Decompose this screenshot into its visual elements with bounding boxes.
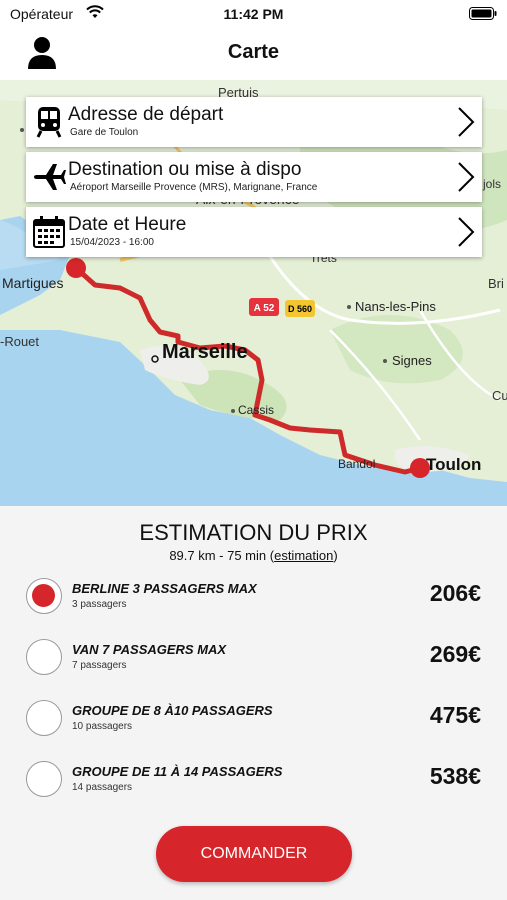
estimation-link[interactable]: estimation <box>274 548 333 563</box>
price-estimate-panel: ESTIMATION DU PRIX 89.7 km - 75 min (est… <box>0 506 507 900</box>
datetime-subtitle: 15/04/2023 - 16:00 <box>70 237 154 248</box>
map-label-rouet: -Rouet <box>0 334 39 349</box>
map-label-cu: Cu <box>492 388 507 403</box>
destination-title: Destination ou mise à dispo <box>68 159 302 180</box>
order-button[interactable]: COMMANDER <box>156 826 352 882</box>
option-passengers: 14 passagers <box>72 782 133 793</box>
chevron-right-icon <box>456 216 476 248</box>
route-map[interactable]: A 52 D 560 Pertuis Martigues Marseille -… <box>0 80 507 506</box>
estimate-title: ESTIMATION DU PRIX <box>139 520 368 545</box>
radio-selected[interactable] <box>26 578 62 614</box>
map-label-toulon: Toulon <box>426 455 481 474</box>
datetime-title: Date et Heure <box>68 214 187 235</box>
option-price: 269€ <box>429 641 481 667</box>
departure-title: Adresse de départ <box>68 104 224 125</box>
option-passengers: 7 passagers <box>72 660 127 671</box>
radio-unselected[interactable] <box>26 639 62 675</box>
d560-badge: D 560 <box>285 300 315 317</box>
vehicle-option[interactable]: GROUPE DE 11 À 14 PASSAGERS 14 passagers… <box>0 759 507 809</box>
destination-subtitle: Aéroport Marseille Provence (MRS), Marig… <box>70 182 318 193</box>
map-label-marseille: Marseille <box>162 341 248 363</box>
chevron-right-icon <box>456 106 476 138</box>
destination-card[interactable]: Destination ou mise à dispo Aéroport Mar… <box>26 152 482 202</box>
option-passengers: 3 passagers <box>72 599 127 610</box>
estimate-summary: 89.7 km - 75 min (estimation) <box>169 548 338 563</box>
start-marker <box>66 258 86 278</box>
option-name: GROUPE DE 11 À 14 PASSAGERS <box>72 764 283 779</box>
radio-unselected[interactable] <box>26 761 62 797</box>
option-price: 475€ <box>429 702 481 728</box>
map-label-nans: Nans-les-Pins <box>355 299 436 314</box>
map-label-bri: Bri <box>488 276 504 291</box>
map-label-cassis: Cassis <box>238 403 274 417</box>
option-name: VAN 7 PASSAGERS MAX <box>72 642 227 657</box>
clock: 11:42 PM <box>223 6 284 22</box>
departure-subtitle: Gare de Toulon <box>70 127 139 138</box>
airplane-icon <box>32 160 66 194</box>
page-title: Carte <box>227 41 280 63</box>
svg-text:A 52: A 52 <box>254 303 275 314</box>
battery-icon <box>469 7 497 25</box>
departure-card[interactable]: Adresse de départ Gare de Toulon <box>26 97 482 147</box>
chevron-right-icon <box>456 161 476 193</box>
option-passengers: 10 passagers <box>72 721 133 732</box>
status-bar: Opérateur 11:42 PM <box>0 0 507 28</box>
map-label-jols: jols <box>482 177 501 191</box>
radio-unselected[interactable] <box>26 700 62 736</box>
navigation-bar: Carte <box>0 28 507 80</box>
train-icon <box>32 105 66 139</box>
option-price: 538€ <box>429 763 481 789</box>
svg-text:D 560: D 560 <box>288 304 312 314</box>
a52-badge: A 52 <box>249 298 279 316</box>
calendar-icon <box>32 215 66 249</box>
map-label-signes: Signes <box>392 353 432 368</box>
option-name: BERLINE 3 PASSAGERS MAX <box>72 581 257 596</box>
distance-duration: 89.7 km - 75 min <box>169 548 267 563</box>
map-label-martigues: Martigues <box>2 275 63 291</box>
vehicle-option[interactable]: GROUPE DE 8 À10 PASSAGERS 10 passagers 4… <box>0 698 507 748</box>
map-label-bandol: Bandol <box>338 457 375 471</box>
option-price: 206€ <box>429 580 481 606</box>
datetime-card[interactable]: Date et Heure 15/04/2023 - 16:00 <box>26 207 482 257</box>
vehicle-option[interactable]: VAN 7 PASSAGERS MAX 7 passagers 269€ <box>0 637 507 687</box>
vehicle-option[interactable]: BERLINE 3 PASSAGERS MAX 3 passagers 206€ <box>0 576 507 626</box>
option-name: GROUPE DE 8 À10 PASSAGERS <box>72 703 273 718</box>
